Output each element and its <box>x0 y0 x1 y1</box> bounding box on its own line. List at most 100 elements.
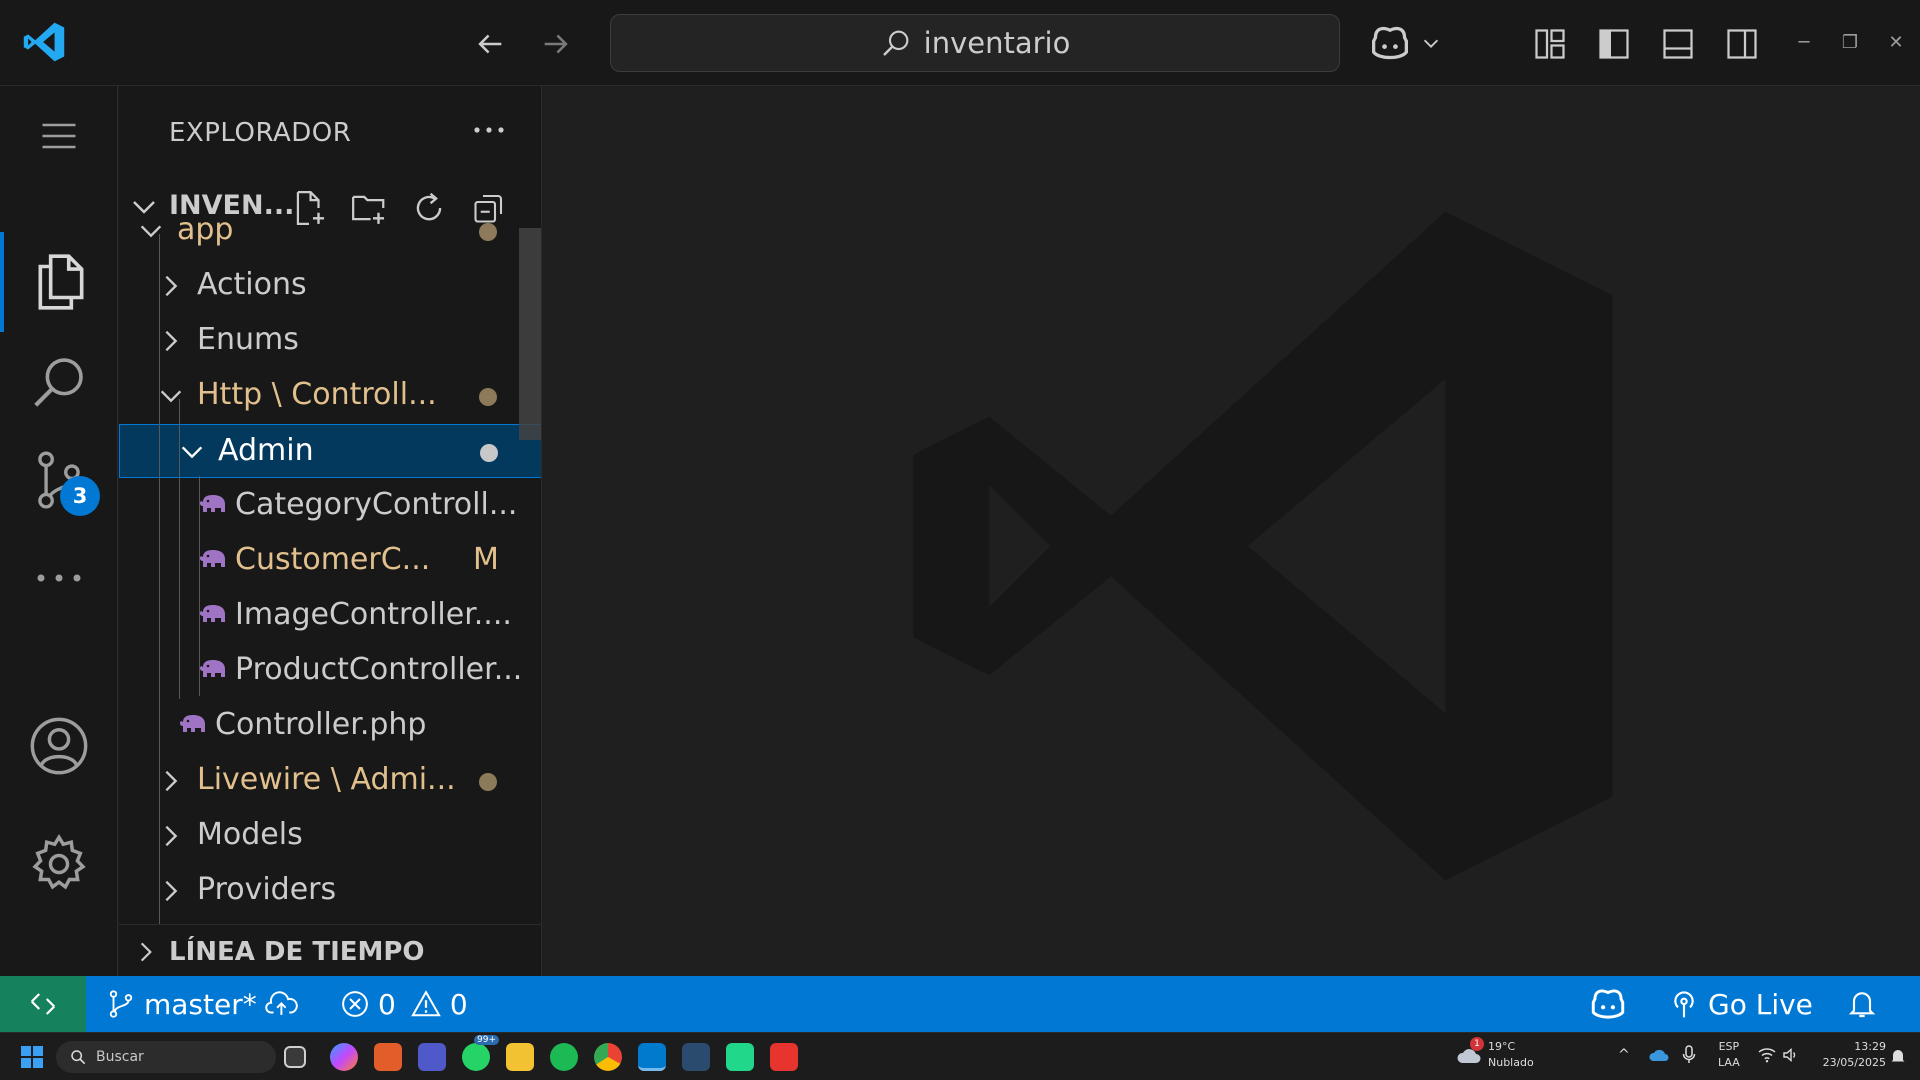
chevron-down-icon <box>140 225 162 238</box>
file-item-productcontroller[interactable]: ProductController... <box>119 644 541 698</box>
explorer-icon[interactable] <box>0 232 118 332</box>
file-item-imagecontroller[interactable]: ImageController.... <box>119 589 541 643</box>
chevron-down-icon <box>1423 39 1439 48</box>
more-views-icon[interactable] <box>0 528 118 628</box>
copilot-icon <box>1372 26 1408 60</box>
chrome-app-icon[interactable] <box>594 1043 622 1071</box>
restore-icon[interactable]: ❐ <box>1832 24 1868 60</box>
tree-item-label: Actions <box>197 267 307 302</box>
vscode-taskbar-icon[interactable] <box>638 1043 666 1071</box>
search-icon[interactable] <box>0 332 118 432</box>
folder-item-app[interactable]: app <box>119 204 541 258</box>
tray-overflow-icon[interactable]: ^ <box>1618 1047 1630 1063</box>
wifi-icon[interactable] <box>1758 1047 1776 1063</box>
chevron-right-icon <box>165 330 178 352</box>
notification-center-icon[interactable] <box>1890 1047 1906 1065</box>
close-icon[interactable]: ✕ <box>1878 24 1914 60</box>
settings-gear-icon[interactable] <box>0 814 118 914</box>
chevron-down-icon <box>160 390 182 403</box>
problems-indicator[interactable]: 0 0 <box>340 976 468 1032</box>
command-center-search[interactable]: inventario <box>610 14 1340 72</box>
warning-icon <box>410 990 441 1017</box>
tree-item-label: app <box>177 212 234 247</box>
chevron-right-icon <box>165 825 178 847</box>
chevron-right-icon <box>165 770 178 792</box>
teams-app-icon[interactable] <box>418 1043 446 1071</box>
cloud-upload-icon <box>265 991 298 1015</box>
php-elephant-icon <box>199 495 225 512</box>
file-item-customerc[interactable]: CustomerC... M <box>119 534 541 588</box>
modified-dot-indicator <box>479 773 497 791</box>
remote-indicator-icon[interactable] <box>0 976 86 1032</box>
php-elephant-icon <box>179 715 205 732</box>
task-view-icon[interactable] <box>284 1046 306 1068</box>
file-item-categorycontroll[interactable]: CategoryControll... <box>119 479 541 533</box>
folder-item-enums[interactable]: Enums <box>119 314 541 368</box>
windows-start-icon[interactable] <box>20 1045 44 1069</box>
accounts-icon[interactable] <box>0 696 118 796</box>
brave-app-icon[interactable] <box>374 1043 402 1071</box>
folder-item-http-controll[interactable]: Http \ Controll... <box>119 369 541 423</box>
menu-icon[interactable] <box>0 86 118 186</box>
spotify-app-icon[interactable] <box>550 1043 578 1071</box>
folder-item-models[interactable]: Models <box>119 809 541 863</box>
modified-dot-indicator <box>479 388 497 406</box>
file-item-controller-php[interactable]: Controller.php <box>119 699 541 753</box>
title-bar: inventario ─ ❐ ✕ <box>0 0 1920 86</box>
folder-item-providers[interactable]: Providers <box>119 864 541 918</box>
weather-desc: Nublado <box>1488 1056 1534 1069</box>
tree-item-label: Providers <box>197 872 337 907</box>
git-branch-icon <box>109 990 133 1018</box>
folder-item-actions[interactable]: Actions <box>119 259 541 313</box>
folder-item-admin[interactable]: Admin <box>119 424 541 478</box>
tree-item-label: CustomerC... <box>235 542 431 577</box>
sql-server-app-icon[interactable] <box>682 1043 710 1071</box>
go-live-button[interactable]: Go Live <box>1668 976 1813 1032</box>
app-icon-red[interactable] <box>770 1043 798 1071</box>
chevron-right-icon <box>140 942 152 962</box>
back-arrow-icon[interactable] <box>468 22 512 66</box>
windows-taskbar: Buscar 99+ 1 19°C Nublado ^ ESP LAA 13:2… <box>0 1032 1920 1080</box>
sidebar-scrollbar[interactable] <box>519 228 541 440</box>
toggle-panel-icon[interactable] <box>1656 22 1700 66</box>
onedrive-cloud-icon[interactable] <box>1648 1047 1670 1063</box>
weather-widget[interactable]: 19°C Nublado <box>1488 1039 1534 1071</box>
minimize-icon[interactable]: ─ <box>1786 24 1822 60</box>
file-explorer-icon[interactable] <box>506 1043 534 1071</box>
broadcast-icon <box>1674 991 1694 1018</box>
sidebar-title: EXPLORADOR <box>169 118 352 148</box>
copilot-menu[interactable] <box>1368 20 1452 66</box>
php-elephant-icon <box>199 660 225 677</box>
source-control-icon[interactable] <box>0 430 118 530</box>
git-status-badge: M <box>473 542 499 577</box>
go-live-label: Go Live <box>1708 987 1813 1021</box>
notifications-bell-icon[interactable] <box>1846 976 1878 1032</box>
vscode-window: inventario ─ ❐ ✕ 3 EXPLORADOR INVEN... a… <box>0 0 1920 1080</box>
customize-layout-icon[interactable] <box>1528 22 1572 66</box>
volume-icon[interactable] <box>1782 1047 1798 1063</box>
tree-item-label: Models <box>197 817 303 852</box>
tree-item-label: Livewire \ Admi... <box>197 762 456 797</box>
folder-item-livewire-admi[interactable]: Livewire \ Admi... <box>119 754 541 808</box>
more-actions-icon[interactable] <box>469 110 509 150</box>
indent-guide <box>179 399 180 699</box>
taskbar-search[interactable]: Buscar <box>56 1041 276 1073</box>
microphone-icon[interactable] <box>1682 1045 1696 1065</box>
phpstorm-app-icon[interactable] <box>726 1043 754 1071</box>
timeline-section-header[interactable]: LÍNEA DE TIEMPO <box>119 924 541 976</box>
search-text: inventario <box>923 26 1071 60</box>
forward-arrow-icon[interactable] <box>534 22 578 66</box>
toggle-primary-sidebar-icon[interactable] <box>1592 22 1636 66</box>
chevron-right-icon <box>165 275 178 297</box>
whatsapp-app-icon[interactable] <box>462 1043 490 1071</box>
copilot-app-icon[interactable] <box>330 1043 358 1071</box>
vscode-logo-icon[interactable] <box>22 20 66 64</box>
toggle-secondary-sidebar-icon[interactable] <box>1720 22 1764 66</box>
clock[interactable]: 13:29 23/05/2025 <box>1814 1039 1886 1071</box>
copilot-status-icon[interactable] <box>1588 976 1628 1032</box>
branch-indicator[interactable]: master* <box>106 976 299 1032</box>
source-control-badge: 3 <box>60 476 100 516</box>
input-language[interactable]: ESP LAA <box>1718 1039 1740 1071</box>
weather-alert-badge: 1 <box>1470 1037 1484 1051</box>
indent-guide <box>199 476 200 696</box>
